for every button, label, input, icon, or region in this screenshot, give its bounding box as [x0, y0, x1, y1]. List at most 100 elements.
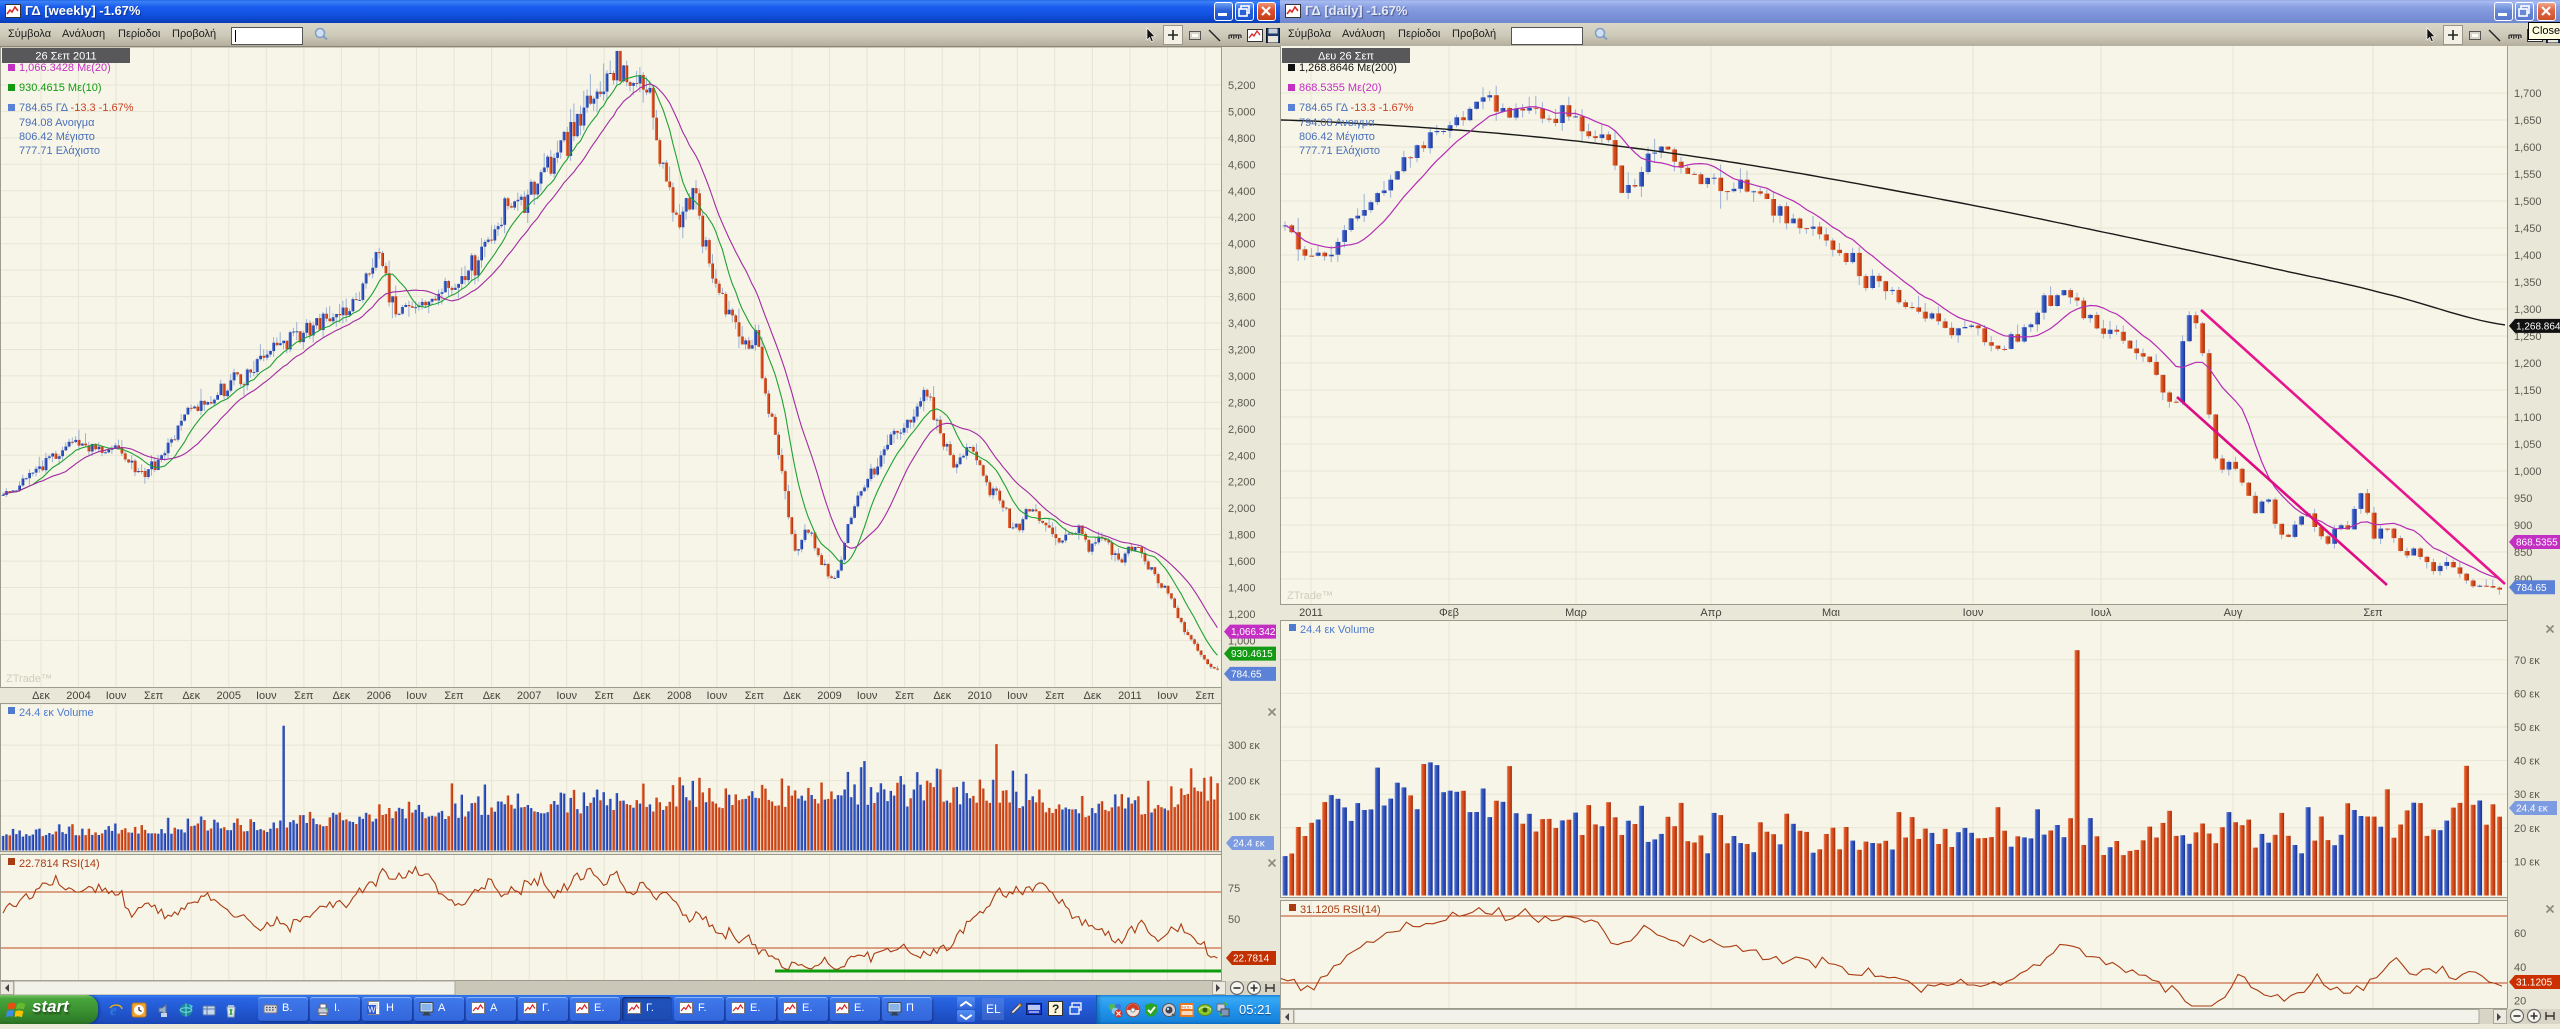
svg-text:784.65 ΓΔ -13.3 -1.67%: 784.65 ΓΔ -13.3 -1.67%: [19, 102, 134, 114]
svg-text:777.71 Ελάχιστο: 777.71 Ελάχιστο: [19, 145, 100, 157]
svg-text:784.65 ΓΔ -13.3 -1.67%: 784.65 ΓΔ -13.3 -1.67%: [1299, 102, 1414, 114]
svg-text:60: 60: [2514, 928, 2526, 940]
svg-text:Δεκ: Δεκ: [633, 690, 651, 702]
svg-text:Δεκ: Δεκ: [333, 690, 351, 702]
svg-text:2,000: 2,000: [1228, 503, 1256, 515]
svg-text:Ιουν: Ιουν: [1157, 690, 1178, 702]
svg-text:100 εκ: 100 εκ: [1228, 811, 1260, 823]
svg-text:794.08 Ανοιγμα: 794.08 Ανοιγμα: [19, 117, 95, 129]
svg-text:5,200: 5,200: [1228, 80, 1256, 92]
svg-text:31.1205: 31.1205: [2516, 978, 2553, 989]
svg-text:Ιουν: Ιουν: [106, 690, 127, 702]
svg-text:Σεπ: Σεπ: [1045, 690, 1065, 702]
svg-text:Φεβ: Φεβ: [1439, 607, 1459, 619]
svg-text:784.65: 784.65: [2516, 583, 2547, 594]
svg-text:3,200: 3,200: [1228, 345, 1256, 357]
svg-text:NOD: NOD: [1182, 1005, 1191, 1010]
svg-text:1,066.3428 Με(20): 1,066.3428 Με(20): [19, 62, 111, 74]
svg-text:Ιουν: Ιουν: [406, 690, 427, 702]
svg-text:ZTrade™: ZTrade™: [6, 673, 52, 685]
svg-text:2,200: 2,200: [1228, 477, 1256, 489]
svg-text:806.42 Μέγιστο: 806.42 Μέγιστο: [1299, 131, 1375, 143]
svg-text:4,000: 4,000: [1228, 239, 1256, 251]
svg-text:Σεπ: Σεπ: [2363, 607, 2383, 619]
svg-text:Δεκ: Δεκ: [783, 690, 801, 702]
svg-text:24.4 εκ Volume: 24.4 εκ Volume: [19, 707, 94, 719]
svg-text:2005: 2005: [217, 690, 241, 702]
svg-text:Αυγ: Αυγ: [2224, 607, 2243, 619]
svg-text:24.4 εκ Volume: 24.4 εκ Volume: [1300, 624, 1375, 636]
svg-text:868.5355 Με(20): 868.5355 Με(20): [1299, 82, 1382, 94]
svg-text:Σεπ: Σεπ: [1195, 690, 1215, 702]
svg-text:200 εκ: 200 εκ: [1228, 776, 1260, 788]
svg-text:794.08 Ανοιγμα: 794.08 Ανοιγμα: [1299, 117, 1375, 129]
svg-text:1,268.864: 1,268.864: [2516, 321, 2560, 332]
svg-text:1,700: 1,700: [2514, 88, 2542, 100]
svg-text:Σεπ: Σεπ: [595, 690, 615, 702]
svg-text:806.42 Μέγιστο: 806.42 Μέγιστο: [19, 131, 95, 143]
svg-text:1,000: 1,000: [2514, 466, 2542, 478]
svg-text:1,600: 1,600: [1228, 556, 1256, 568]
svg-text:4,800: 4,800: [1228, 133, 1256, 145]
svg-text:2006: 2006: [367, 690, 391, 702]
svg-text:2009: 2009: [817, 690, 841, 702]
svg-text:Σεπ: Σεπ: [444, 690, 464, 702]
svg-text:30 εκ: 30 εκ: [2514, 789, 2540, 801]
svg-text:50: 50: [1228, 914, 1240, 926]
svg-text:1,550: 1,550: [2514, 169, 2542, 181]
svg-text:2,600: 2,600: [1228, 424, 1256, 436]
svg-text:1,066.342: 1,066.342: [1231, 627, 1276, 638]
svg-text:1,050: 1,050: [2514, 439, 2542, 451]
svg-text:1,350: 1,350: [2514, 277, 2542, 289]
svg-text:777.71 Ελάχιστο: 777.71 Ελάχιστο: [1299, 145, 1380, 157]
svg-text:10 εκ: 10 εκ: [2514, 856, 2540, 868]
svg-text:20 εκ: 20 εκ: [2514, 823, 2540, 835]
svg-text:2,400: 2,400: [1228, 450, 1256, 462]
svg-text:Δευ 26 Σεπ: Δευ 26 Σεπ: [1318, 51, 1374, 63]
svg-text:1,400: 1,400: [2514, 250, 2542, 262]
svg-text:2008: 2008: [667, 690, 691, 702]
svg-text:3,400: 3,400: [1228, 318, 1256, 330]
svg-text:784.65: 784.65: [1231, 669, 1262, 680]
svg-text:2010: 2010: [967, 690, 991, 702]
svg-text:1,300: 1,300: [2514, 304, 2542, 316]
svg-text:4,200: 4,200: [1228, 212, 1256, 224]
svg-text:1,200: 1,200: [2514, 358, 2542, 370]
svg-text:31.1205 RSI(14): 31.1205 RSI(14): [1300, 904, 1381, 916]
svg-text:22.7814: 22.7814: [1233, 954, 1270, 965]
svg-text:300 εκ: 300 εκ: [1228, 740, 1260, 752]
svg-text:Σεπ: Σεπ: [294, 690, 314, 702]
svg-text:1,500: 1,500: [2514, 196, 2542, 208]
svg-text:75: 75: [1228, 883, 1240, 895]
svg-text:1,150: 1,150: [2514, 385, 2542, 397]
svg-text:Δεκ: Δεκ: [933, 690, 951, 702]
svg-text:W: W: [368, 1006, 376, 1015]
svg-text:Δεκ: Δεκ: [483, 690, 501, 702]
svg-text:5,000: 5,000: [1228, 106, 1256, 118]
svg-text:70 εκ: 70 εκ: [2514, 655, 2540, 667]
svg-text:Ιουν: Ιουν: [256, 690, 277, 702]
svg-text:950: 950: [2514, 493, 2532, 505]
svg-text:Ιουν: Ιουν: [707, 690, 728, 702]
svg-text:2011: 2011: [1299, 607, 1323, 619]
svg-text:26 Σεπ 2011: 26 Σεπ 2011: [35, 51, 96, 63]
svg-text:1,268.8646 Με(200): 1,268.8646 Με(200): [1299, 62, 1397, 74]
svg-text:Ιουν: Ιουν: [556, 690, 577, 702]
svg-text:Δεκ: Δεκ: [1084, 690, 1102, 702]
svg-text:3,600: 3,600: [1228, 292, 1256, 304]
svg-text:868.5355: 868.5355: [2516, 538, 2558, 549]
svg-text:Ιουν: Ιουν: [857, 690, 878, 702]
svg-text:900: 900: [2514, 520, 2532, 532]
svg-text:Απρ: Απρ: [1700, 607, 1721, 619]
svg-text:930.4615 Με(10): 930.4615 Με(10): [19, 82, 102, 94]
svg-text:1,600: 1,600: [2514, 142, 2542, 154]
svg-text:1,400: 1,400: [1228, 583, 1256, 595]
svg-text:24.4 εκ: 24.4 εκ: [2516, 804, 2549, 815]
svg-text:Ιουν: Ιουν: [1007, 690, 1028, 702]
svg-text:Σεπ: Σεπ: [745, 690, 765, 702]
svg-text:Ιουλ: Ιουλ: [2091, 607, 2112, 619]
svg-text:20: 20: [2514, 996, 2526, 1008]
svg-text:4,600: 4,600: [1228, 159, 1256, 171]
svg-text:40 εκ: 40 εκ: [2514, 756, 2540, 768]
svg-text:Σεπ: Σεπ: [895, 690, 915, 702]
